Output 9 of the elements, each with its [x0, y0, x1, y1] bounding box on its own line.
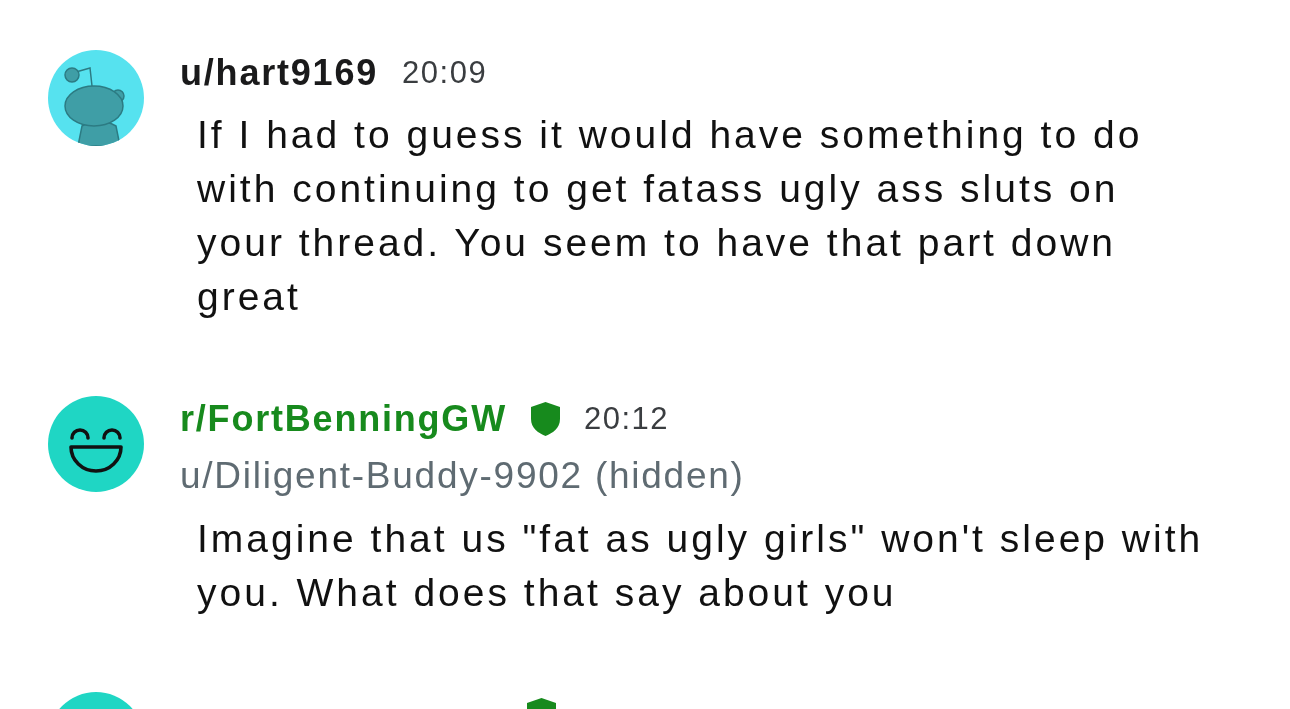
message-text: Imagine that us "fat as ugly girls" won't sleep with you. What does that say about you: [197, 516, 1204, 616]
sender-name: u/Diligent-Buddy-9902 (hidden): [180, 456, 746, 496]
smiley-avatar-icon: [48, 396, 144, 492]
message-time: 20:12: [583, 400, 670, 438]
message-time: 20:09: [402, 54, 488, 92]
mascot-avatar-icon: [48, 50, 144, 146]
message-text: If I had to guess it would have something to do with continuing to get fatass ugly ass sluts on your thread. You seem to have that part down great: [197, 112, 1143, 320]
author-name[interactable]: u/hart9169: [180, 50, 379, 96]
author-name[interactable]: r/FortBenningGW: [180, 396, 507, 442]
